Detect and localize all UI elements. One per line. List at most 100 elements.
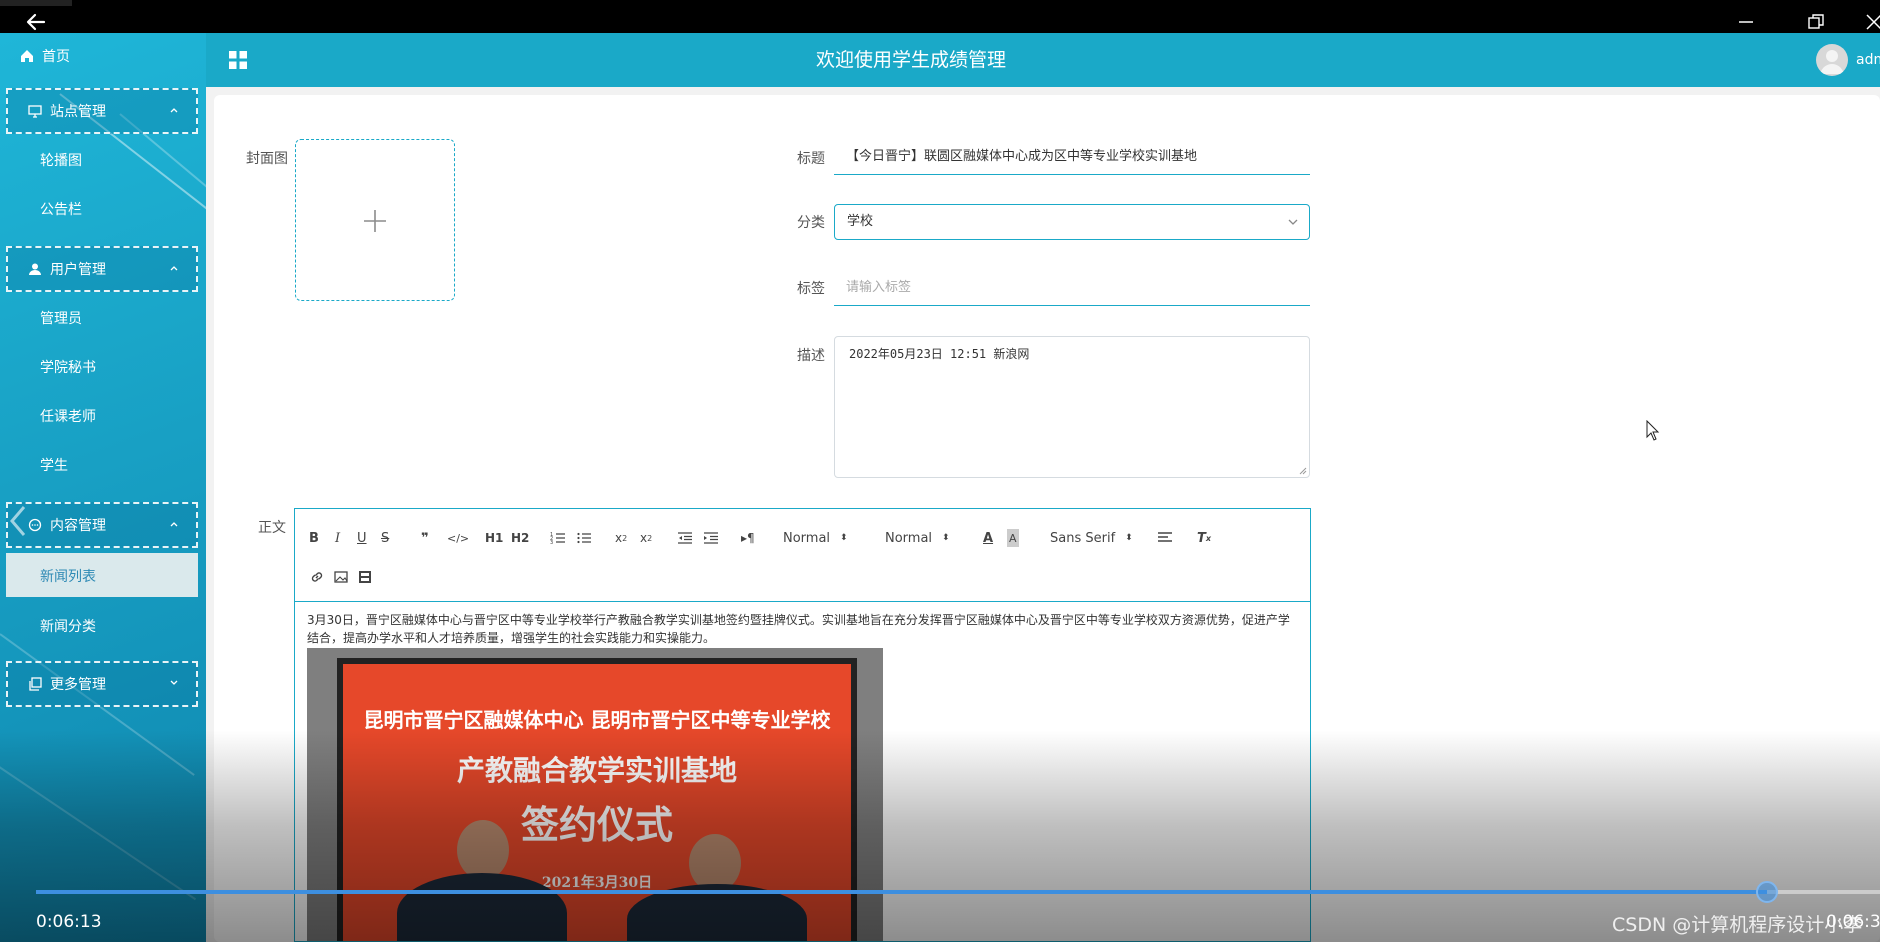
current-time: 0:06:13 (36, 912, 102, 932)
photo-line-3: 签约仪式 (520, 802, 673, 847)
restore-icon[interactable] (1804, 10, 1828, 34)
sidebar-item-notice[interactable]: 公告栏 (40, 199, 82, 219)
sidebar-item-admin[interactable]: 管理员 (40, 308, 82, 328)
desc-value: 2022年05月23日 12:51 新浪网 (849, 347, 1030, 361)
watermark: CSDN @计算机程序设计小李 (1612, 914, 1863, 936)
font-select[interactable]: Sans Serif ⬍ (1050, 529, 1133, 547)
bullet-list-icon[interactable] (576, 529, 592, 547)
sidebar-item-teacher[interactable]: 任课老师 (40, 406, 96, 426)
user-icon (29, 263, 41, 275)
photo-line-1: 昆明市晋宁区融媒体中心 昆明市晋宁区中等专业学校 (363, 708, 831, 732)
italic-icon[interactable]: I (335, 529, 340, 547)
clear-format-icon[interactable]: Tx (1197, 529, 1211, 547)
tags-placeholder: 请输入标签 (846, 280, 912, 295)
total-time: 0:06:31 (1826, 912, 1880, 932)
sidebar: 首页 站点管理 轮播图 公告栏 用户管理 管理员 学院秘书 任课老师 学生 内容… (0, 33, 206, 942)
size-select-value: Normal (885, 530, 933, 546)
sidebar-item-secretary[interactable]: 学院秘书 (40, 357, 96, 377)
code-block-icon[interactable]: </> (447, 529, 469, 547)
svg-text:3: 3 (550, 540, 553, 546)
user-name[interactable]: adm (1856, 52, 1880, 68)
background-color-icon[interactable]: A (1007, 529, 1019, 547)
title-label: 标题 (797, 151, 825, 167)
video-icon[interactable] (357, 568, 373, 586)
nav-home-label: 首页 (42, 49, 70, 65)
resize-grip-icon[interactable] (1299, 467, 1307, 475)
align-icon[interactable] (1157, 529, 1173, 547)
tags-input[interactable]: 请输入标签 (834, 270, 1310, 306)
mouse-cursor-icon (1646, 420, 1660, 441)
strike-icon[interactable]: S (381, 529, 389, 547)
header1-icon[interactable]: H1 (485, 529, 503, 547)
chevron-down-icon (170, 680, 178, 685)
header2-icon[interactable]: H2 (511, 529, 529, 547)
close-icon[interactable] (1862, 10, 1880, 34)
indent-icon[interactable] (703, 529, 719, 547)
tab-strip (0, 0, 72, 6)
text-direction-icon[interactable]: ▸¶ (741, 529, 755, 547)
image-icon[interactable] (333, 568, 349, 586)
user-avatar-icon (1820, 50, 1844, 74)
nav-group-label: 用户管理 (50, 262, 106, 278)
nav-group-label: 更多管理 (50, 677, 106, 693)
news-photo[interactable]: 昆明市晋宁区融媒体中心 昆明市晋宁区中等专业学校 产教融合教学实训基地 签约仪式… (307, 648, 883, 941)
category-select[interactable]: 学校 (834, 204, 1310, 240)
editor-body-text[interactable]: 3月30日，晋宁区融媒体中心与晋宁区中等专业学校举行产教融合教学实训基地签约暨挂… (307, 611, 1297, 647)
title-input[interactable]: 【今日晋宁】联圆区融媒体中心成为区中等专业学校实训基地 (834, 139, 1310, 175)
sidebar-item-student[interactable]: 学生 (40, 455, 68, 475)
progress-knob[interactable] (1756, 881, 1778, 903)
sidebar-item-label: 新闻列表 (40, 569, 96, 585)
sidebar-item-news-list[interactable]: 新闻列表 (6, 553, 198, 597)
nav-group-more[interactable]: 更多管理 (6, 661, 198, 707)
nav-group-label: 内容管理 (50, 518, 106, 534)
photo-person-head (457, 820, 509, 880)
subscript-icon[interactable]: x2 (615, 529, 627, 547)
tags-label: 标签 (797, 281, 825, 297)
copy-icon (29, 677, 42, 691)
rich-text-editor[interactable]: B I U S ❞ </> H1 H2 123 x2 x2 ▸¶ Normal ⬍… (294, 508, 1311, 942)
header-select-value: Normal (783, 530, 831, 546)
nav-group-site[interactable]: 站点管理 (6, 88, 198, 134)
back-arrow-icon[interactable] (22, 8, 50, 36)
size-select[interactable]: Normal ⬍ (885, 529, 950, 547)
decor-streak (0, 753, 197, 901)
progress-fill (36, 890, 1767, 894)
outdent-icon[interactable] (677, 529, 693, 547)
chat-icon (28, 518, 42, 532)
monitor-icon (28, 105, 42, 118)
blockquote-icon[interactable]: ❞ (421, 529, 429, 547)
chevron-up-icon (170, 522, 178, 527)
category-select-value: 学校 (847, 214, 874, 229)
bold-icon[interactable]: B (309, 529, 319, 547)
header-select[interactable]: Normal ⬍ (783, 529, 848, 547)
editor-toolbar: B I U S ❞ </> H1 H2 123 x2 x2 ▸¶ Normal ⬍… (295, 509, 1310, 602)
avatar[interactable] (1816, 44, 1848, 76)
chevron-down-icon (1288, 219, 1298, 225)
cover-upload[interactable] (295, 139, 455, 301)
chevron-up-icon (170, 266, 178, 271)
superscript-icon[interactable]: x2 (640, 529, 652, 547)
desc-label: 描述 (797, 348, 825, 364)
sidebar-item-carousel[interactable]: 轮播图 (40, 150, 82, 170)
minimize-icon[interactable] (1734, 10, 1758, 34)
cover-label: 封面图 (246, 151, 288, 167)
underline-icon[interactable]: U (357, 529, 367, 547)
nav-group-content[interactable]: 内容管理 (6, 502, 198, 548)
photo-line-2: 产教融合教学实训基地 (456, 754, 737, 787)
text-color-icon[interactable]: A (983, 529, 993, 547)
plus-icon (364, 210, 386, 232)
nav-group-label: 站点管理 (50, 104, 106, 120)
page-title: 欢迎使用学生成绩管理 (815, 49, 1006, 71)
home-icon (21, 50, 33, 62)
chevron-left-icon[interactable] (8, 503, 30, 539)
nav-home[interactable]: 首页 (20, 46, 70, 66)
desc-textarea[interactable]: 2022年05月23日 12:51 新浪网 (834, 336, 1310, 478)
link-icon[interactable] (309, 568, 325, 586)
ordered-list-icon[interactable]: 123 (550, 529, 566, 547)
updown-icon: ⬍ (840, 533, 848, 543)
updown-icon: ⬍ (942, 533, 950, 543)
updown-icon: ⬍ (1125, 533, 1133, 543)
nav-group-users[interactable]: 用户管理 (6, 246, 198, 292)
category-label: 分类 (797, 215, 825, 231)
sidebar-item-news-category[interactable]: 新闻分类 (40, 616, 96, 636)
